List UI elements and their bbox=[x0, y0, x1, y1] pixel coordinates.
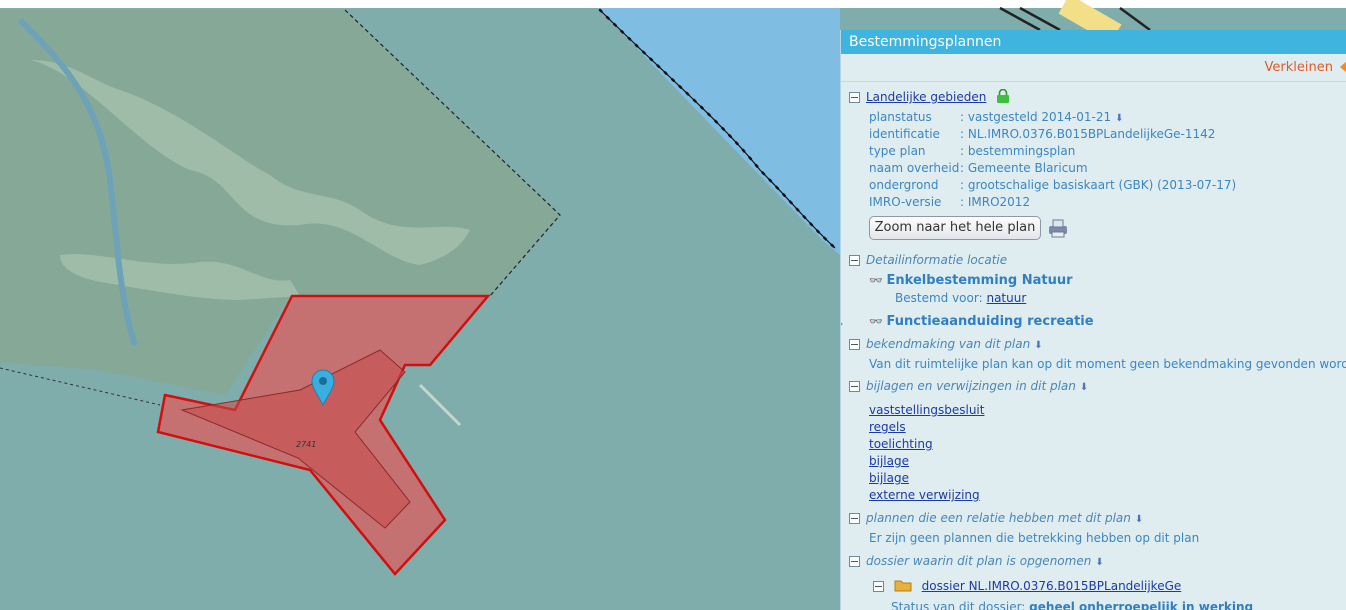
dossier-link[interactable]: dossier NL.IMRO.0376.B015BPLandelijkeGe bbox=[922, 579, 1182, 593]
binoculars-icon[interactable]: 👓 bbox=[869, 274, 883, 287]
prop-row: naam overheid: Gemeente Blaricum bbox=[869, 161, 1088, 175]
bestemmingsplannen-panel: Bestemmingsplannen Verkleinen Landelijke… bbox=[840, 30, 1346, 610]
dossier-status: Status van dit dossier: geheel onherroep… bbox=[891, 600, 1254, 610]
prop-row: identificatie: NL.IMRO.0376.B015BPLandel… bbox=[869, 127, 1216, 141]
zoom-plan-button[interactable]: Zoom naar het hele plan bbox=[869, 216, 1041, 240]
dossier-header: dossier waarin dit plan is opgenomen ⬇ bbox=[849, 554, 1104, 568]
expand-arrow-icon[interactable] bbox=[841, 319, 843, 329]
collapse-toggle-icon[interactable] bbox=[849, 381, 860, 392]
info-icon[interactable]: ⬇ bbox=[1034, 340, 1042, 351]
prop-row: ondergrond: grootschalige basiskaart (GB… bbox=[869, 178, 1237, 192]
collapse-toggle-icon[interactable] bbox=[873, 581, 884, 592]
collapse-toggle-icon[interactable] bbox=[849, 513, 860, 524]
info-icon[interactable]: ⬇ bbox=[1115, 113, 1123, 124]
collapse-toggle-icon[interactable] bbox=[849, 556, 860, 567]
bekendmaking-text: Van dit ruimtelijke plan kan op dit mome… bbox=[869, 357, 1346, 371]
bijlage-link[interactable]: bijlage bbox=[869, 454, 909, 468]
relaties-text: Er zijn geen plannen die betrekking hebb… bbox=[869, 531, 1200, 545]
panel-title: Bestemmingsplannen bbox=[841, 30, 1346, 54]
folder-icon bbox=[894, 580, 912, 592]
functie-row: 👓 Functieaanduiding recreatie bbox=[869, 314, 1094, 329]
bijlage-link[interactable]: regels bbox=[869, 420, 906, 434]
natuur-link[interactable]: natuur bbox=[986, 291, 1026, 305]
divider bbox=[841, 81, 1346, 82]
lock-icon bbox=[997, 88, 1010, 103]
plan-header: Landelijke gebieden bbox=[849, 88, 1010, 104]
detail-header: Detailinformatie locatie bbox=[849, 253, 1007, 267]
map-top-edge bbox=[0, 0, 1346, 8]
plan-name-link[interactable]: Landelijke gebieden bbox=[866, 90, 986, 104]
bijlage-link[interactable]: vaststellingsbesluit bbox=[869, 403, 984, 417]
prop-row: type plan: bestemmingsplan bbox=[869, 144, 1076, 158]
bestemming-row: 👓 Enkelbestemming Natuur bbox=[869, 273, 1073, 288]
bijlage-link[interactable]: externe verwijzing bbox=[869, 488, 980, 502]
info-icon[interactable]: ⬇ bbox=[1095, 557, 1103, 568]
info-icon[interactable]: ⬇ bbox=[1080, 382, 1088, 393]
info-icon[interactable]: ⬇ bbox=[1135, 514, 1143, 525]
collapse-toggle-icon[interactable] bbox=[849, 339, 860, 350]
bestemd-voor-row: Bestemd voor: natuur bbox=[895, 291, 1027, 305]
shrink-link[interactable]: Verkleinen bbox=[1265, 60, 1333, 75]
binoculars-icon[interactable]: 👓 bbox=[869, 315, 883, 328]
relaties-header: plannen die een relatie hebben met dit p… bbox=[849, 511, 1143, 525]
parcel-label: 2741 bbox=[296, 440, 316, 449]
dossier-row: dossier NL.IMRO.0376.B015BPLandelijkeGe bbox=[873, 578, 1181, 593]
shrink-arrow-icon[interactable] bbox=[1340, 61, 1346, 73]
prop-row: IMRO-versie: IMRO2012 bbox=[869, 195, 1031, 209]
bijlage-link[interactable]: toelichting bbox=[869, 437, 933, 451]
collapse-toggle-icon[interactable] bbox=[849, 255, 860, 266]
prop-row: planstatus: vastgesteld 2014-01-21 ⬇ bbox=[869, 110, 1124, 124]
bijlagen-header: bijlagen en verwijzingen in dit plan ⬇ bbox=[849, 379, 1088, 393]
bijlage-link[interactable]: bijlage bbox=[869, 471, 909, 485]
print-icon[interactable] bbox=[1046, 218, 1070, 238]
collapse-toggle-icon[interactable] bbox=[849, 92, 860, 103]
bekendmaking-header: bekendmaking van dit plan ⬇ bbox=[849, 337, 1043, 351]
